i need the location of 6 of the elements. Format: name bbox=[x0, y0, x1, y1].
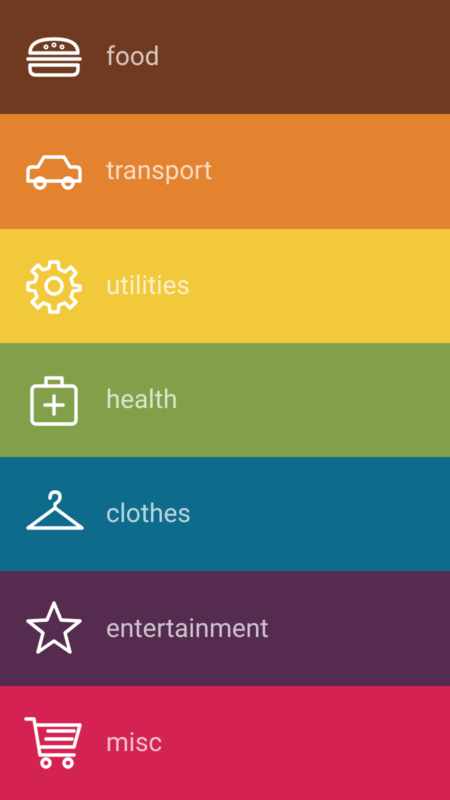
category-item[interactable]: transport bbox=[0, 114, 450, 229]
category-item[interactable]: food bbox=[0, 0, 450, 114]
category-item[interactable]: health bbox=[0, 342, 450, 458]
category-item[interactable]: clothes bbox=[0, 457, 450, 572]
category-item[interactable]: misc bbox=[0, 686, 450, 800]
category-item[interactable]: entertainment bbox=[0, 571, 450, 686]
